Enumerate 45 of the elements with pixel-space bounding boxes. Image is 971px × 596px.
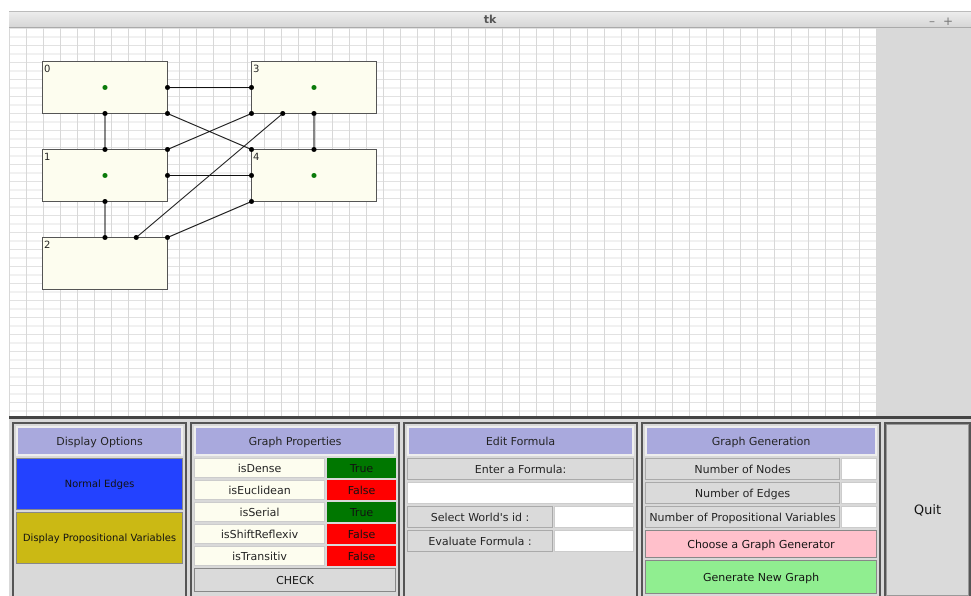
input-field[interactable]: [554, 530, 634, 552]
node-label: 3: [253, 64, 260, 75]
node-label: 0: [44, 64, 50, 75]
world-node[interactable]: [251, 61, 377, 114]
input-field[interactable]: [841, 482, 877, 504]
field-label: Select World's id :: [407, 506, 553, 528]
edge-line: [312, 111, 316, 152]
property-value: False: [327, 524, 396, 544]
world-node[interactable]: [42, 237, 168, 290]
world-node[interactable]: [42, 149, 168, 202]
property-value: True: [327, 502, 396, 522]
field-label: Number of Edges: [645, 482, 840, 504]
generate-button[interactable]: Generate New Graph: [645, 560, 877, 594]
window-title: tk: [484, 13, 496, 26]
panel-header: Graph Generation: [645, 426, 877, 456]
input-field[interactable]: [554, 506, 634, 528]
edge-line: [102, 199, 108, 240]
quit-button[interactable]: Quit: [886, 424, 969, 596]
property-name: isShiftReflexiv: [194, 524, 325, 544]
property-value: False: [327, 546, 396, 566]
edge-line: [102, 111, 108, 152]
check-button[interactable]: CHECK: [194, 568, 396, 592]
field-label: Number of Nodes: [645, 458, 840, 480]
field-label: Number of Propositional Variables: [645, 506, 840, 528]
property-value: False: [327, 480, 396, 500]
generator-button[interactable]: Choose a Graph Generator: [645, 530, 877, 558]
node-label: 1: [44, 152, 50, 163]
formula-label: Enter a Formula:: [407, 458, 634, 480]
field-label: Evaluate Formula :: [407, 530, 553, 552]
node-label: 2: [44, 240, 50, 251]
property-value: True: [327, 458, 396, 478]
panel-header: Edit Formula: [407, 426, 634, 456]
property-name: isTransitiv: [194, 546, 325, 566]
property-name: isDense: [194, 458, 325, 478]
node-label: 4: [253, 152, 260, 163]
world-node[interactable]: [251, 149, 377, 202]
option-button[interactable]: Display Propositional Variables: [16, 512, 183, 564]
input-field[interactable]: [841, 458, 877, 480]
panel-header: Display Options: [16, 426, 183, 456]
panel-header: Graph Properties: [194, 426, 396, 456]
property-name: isEuclidean: [194, 480, 325, 500]
input-field[interactable]: [841, 506, 877, 528]
property-name: isSerial: [194, 502, 325, 522]
formula-field[interactable]: [407, 482, 634, 504]
world-node[interactable]: [42, 61, 168, 114]
